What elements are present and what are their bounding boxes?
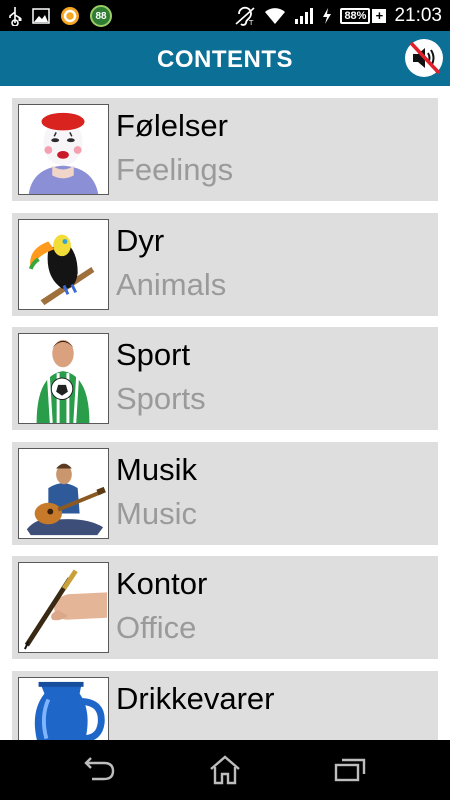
category-translation: Animals — [116, 267, 227, 302]
charging-icon — [323, 8, 332, 24]
battery-icon: 88% + — [340, 8, 387, 24]
category-translation: Sports — [116, 381, 206, 416]
category-label: Sport — [116, 337, 191, 372]
toucan-image — [18, 219, 109, 310]
usb-icon — [9, 7, 22, 26]
category-label: Musik — [116, 452, 197, 487]
signal-icon — [295, 8, 314, 24]
category-translation: Office — [116, 610, 197, 645]
list-item-feelings[interactable]: Følelser Feelings — [12, 98, 438, 201]
category-label: Kontor — [116, 566, 208, 601]
category-translation: Music — [116, 496, 197, 531]
category-label: Dyr — [116, 223, 165, 258]
sound-toggle-button[interactable] — [404, 38, 444, 78]
svg-text:T: T — [248, 19, 254, 26]
clown-face-image — [18, 104, 109, 195]
list-item-music[interactable]: Musik Music — [12, 442, 438, 545]
speaker-muted-icon — [405, 39, 443, 77]
back-icon — [84, 757, 115, 781]
system-nav-bar — [0, 740, 450, 800]
status-bar: 88 T 88% + 21:03 — [0, 0, 450, 31]
list-item-animals[interactable]: Dyr Animals — [12, 213, 438, 316]
category-label: Følelser — [116, 108, 228, 143]
category-label: Drikkevarer — [116, 681, 275, 716]
hearing-aid-icon: T — [235, 6, 255, 26]
football-player-image — [18, 333, 109, 424]
page-title: CONTENTS — [157, 46, 293, 73]
wifi-icon — [265, 8, 286, 24]
list-item-drinks[interactable]: Drikkevarer — [12, 671, 438, 740]
recent-apps-icon — [334, 758, 366, 782]
app-header: CONTENTS — [0, 31, 450, 86]
category-translation: Feelings — [116, 152, 234, 187]
badge-88-icon: 88 — [90, 5, 112, 27]
home-icon — [210, 755, 240, 785]
hand-pen-image — [18, 562, 109, 653]
image-icon — [32, 8, 50, 24]
home-button[interactable] — [207, 754, 243, 786]
blue-jug-image — [18, 677, 109, 740]
guitar-player-image — [18, 448, 109, 539]
status-time: 21:03 — [394, 5, 442, 26]
category-list[interactable]: Følelser Feelings Dyr Animals Sport Spor… — [0, 86, 450, 740]
list-item-sports[interactable]: Sport Sports — [12, 327, 438, 430]
list-item-office[interactable]: Kontor Office — [12, 556, 438, 659]
recent-apps-button[interactable] — [332, 754, 368, 786]
back-button[interactable] — [82, 754, 118, 786]
app-notification-icon — [61, 7, 79, 25]
